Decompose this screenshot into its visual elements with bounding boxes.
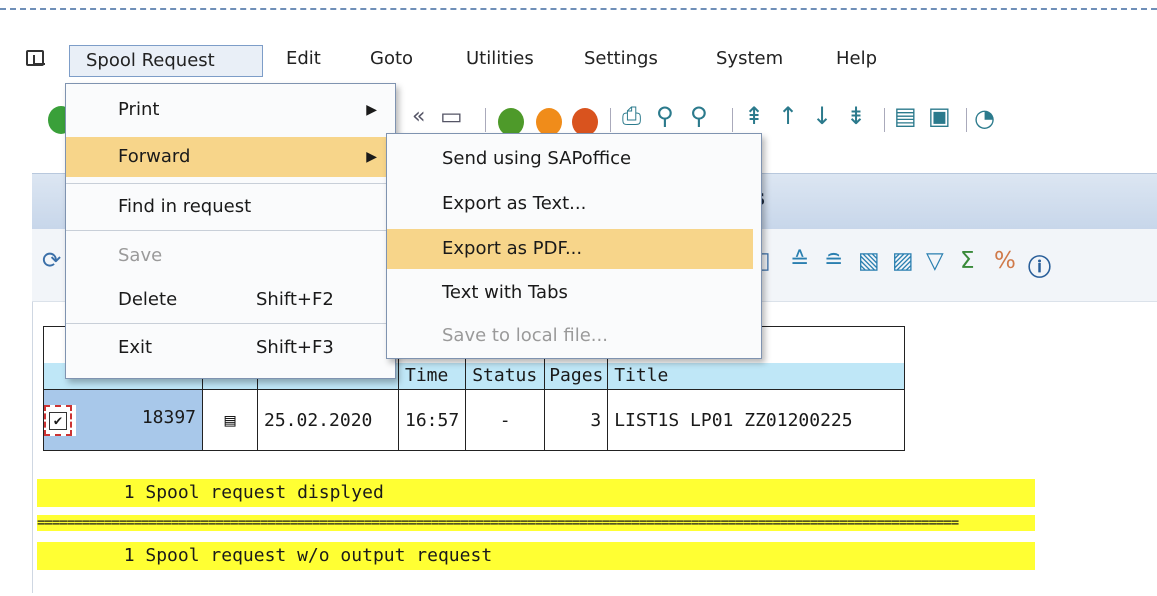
menu-item-label: Send using SAPoffice [442,148,632,169]
menu-goto[interactable]: Goto [370,48,413,69]
deselect-all-icon[interactable]: ▨ [892,248,914,274]
toolbar-separator [485,108,486,132]
menu-item-label: Save to local file... [442,325,608,346]
submenu-arrow-icon: ▶ [366,149,377,165]
menu-item-print[interactable]: Print ▶ [66,90,395,130]
menu-item-label: Save [118,245,163,266]
menu-item-label: Delete [118,289,178,310]
back-icon[interactable] [498,108,524,136]
menu-item-shortcut: Shift+F3 [256,337,334,358]
table-row[interactable]: ✔ 18397 ▤ 25.02.2020 16:57 - 3 LIST1S LP… [43,389,906,451]
shortcut-icon[interactable]: ▣ [928,102,951,130]
submenu-arrow-icon: ▶ [366,102,377,118]
spool-request-menu: Print ▶ Forward ▶ Find in request Save D… [65,83,396,379]
menu-item-label: Exit [118,337,153,358]
type-cell[interactable]: ▤ [202,389,258,451]
next-page-icon[interactable]: ↓ [812,102,832,130]
toolbar-separator [610,108,611,132]
menu-item-send-using-sapoffice[interactable]: Send using SAPoffice [387,139,761,179]
pages-cell: 3 [544,389,609,451]
toolbar-separator [884,108,885,132]
save-icon[interactable]: ▭ [440,102,463,130]
row-checkbox[interactable]: ✔ [49,411,67,430]
menu-item-forward[interactable]: Forward ▶ [66,137,395,177]
menu-item-label: Forward [118,146,191,167]
help-icon[interactable]: ◔ [974,104,995,132]
message-no-output: 1 Spool request w/o output request [37,542,1035,570]
last-page-icon[interactable]: ⇟ [846,102,866,130]
menu-item-find-in-request[interactable]: Find in request [66,187,395,227]
new-session-icon[interactable]: ▤ [894,102,917,130]
menu-settings[interactable]: Settings [584,48,658,69]
select-all-icon[interactable]: ▧ [858,248,880,274]
collapse-icon[interactable]: « [412,104,425,129]
previous-page-icon[interactable]: ↑ [778,102,798,130]
forward-submenu: Send using SAPoffice Export as Text... E… [386,133,762,359]
find-next-icon[interactable]: ⚲ [690,102,708,130]
menu-item-label: Export as Text... [442,193,587,214]
menu-system[interactable]: System [716,48,783,69]
menu-separator [66,183,395,184]
document-icon[interactable]: ▤ [225,410,236,431]
menu-help[interactable]: Help [836,48,877,69]
menu-item-text-with-tabs[interactable]: Text with Tabs [387,273,761,313]
first-page-icon[interactable]: ⇞ [744,102,764,130]
time-cell: 16:57 [397,389,467,451]
top-dashed-border [0,8,1157,10]
message-separator: ========================================… [37,515,1035,531]
exit-icon[interactable] [536,108,562,136]
toolbar-separator [966,108,967,132]
menu-edit[interactable]: Edit [286,48,321,69]
menu-item-label: Text with Tabs [442,282,568,303]
menu-item-save-to-local-file: Save to local file... [387,316,761,356]
menu-item-label: Find in request [118,196,252,217]
menu-exit-icon[interactable] [26,50,45,66]
menu-spool-request[interactable]: Spool Request [69,45,263,77]
menu-item-delete[interactable]: Delete Shift+F2 [66,280,395,320]
toolbar-separator [732,108,733,132]
menu-separator [66,230,395,231]
spool-number: 18397 [141,407,196,428]
menu-utilities[interactable]: Utilities [466,48,534,69]
message-displayed: 1 Spool request displyed [37,479,1035,507]
status-cell: - [465,389,546,451]
subtotal-icon[interactable]: % [994,248,1016,274]
sort-ascending-icon[interactable]: ≙ [790,248,809,274]
find-icon[interactable]: ⚲ [656,102,674,130]
menu-bar: Spool Request Edit Goto Utilities Settin… [0,40,1157,80]
info-icon[interactable]: ⓘ [1028,248,1051,282]
title-cell: LIST1S LP01 ZZ01200225 [607,389,906,451]
sum-icon[interactable]: Σ [960,248,975,274]
menu-item-export-as-pdf[interactable]: Export as PDF... [387,229,753,269]
menu-item-label: Print [118,99,160,120]
sort-descending-icon[interactable]: ≘ [824,248,843,274]
date-cell: 25.02.2020 [257,389,399,451]
menu-item-export-as-text[interactable]: Export as Text... [387,184,761,224]
print-icon[interactable]: ⎙ [622,102,641,130]
menu-item-save: Save [66,236,395,276]
row-checkbox-focus: ✔ [44,404,72,436]
menu-item-shortcut: Shift+F2 [256,289,334,310]
menu-separator [66,323,395,324]
spool-number-cell[interactable]: ✔ 18397 [43,389,203,451]
menu-item-exit[interactable]: Exit Shift+F3 [66,328,395,368]
refresh-icon[interactable]: ⟳ [42,248,61,274]
filter-icon[interactable]: ▽ [926,248,944,274]
cancel-icon[interactable] [572,108,598,136]
menu-item-label: Export as PDF... [442,238,583,259]
